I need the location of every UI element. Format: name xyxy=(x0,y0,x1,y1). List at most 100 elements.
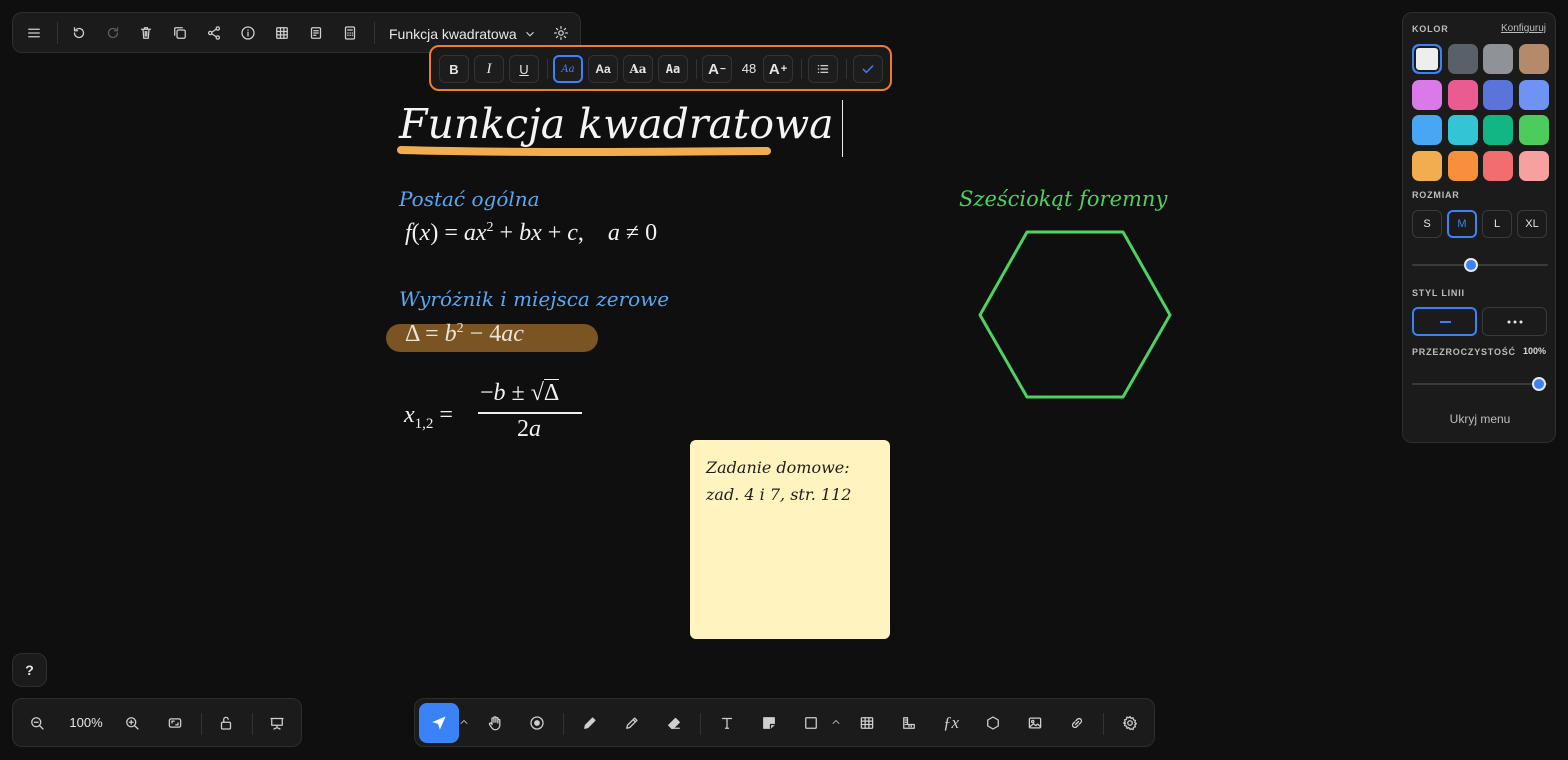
zoom-out-icon[interactable] xyxy=(22,708,52,738)
underline-button[interactable]: U xyxy=(509,55,539,83)
formula-general-form[interactable]: f(x) = ax2 + bx + c, a ≠ 0 xyxy=(405,220,657,247)
pen-icon[interactable] xyxy=(575,708,605,738)
dotted-line-icon xyxy=(1507,320,1522,323)
section-title-discriminant[interactable]: Wyróżnik i miejsca zerowe xyxy=(399,287,669,311)
eraser-icon[interactable] xyxy=(659,708,689,738)
share-icon[interactable] xyxy=(199,18,229,48)
tools-toolbar: ƒx xyxy=(414,698,1155,747)
notes-icon[interactable] xyxy=(301,18,331,48)
hide-menu-button[interactable]: Ukryj menu xyxy=(1403,412,1557,426)
hexagon-tool-icon[interactable] xyxy=(978,708,1008,738)
zoom-in-icon[interactable] xyxy=(117,708,147,738)
size-l-button[interactable]: L xyxy=(1482,210,1512,238)
redo-icon[interactable] xyxy=(98,18,128,48)
line-style-solid-button[interactable] xyxy=(1412,307,1477,336)
section-title-hexagon[interactable]: Sześciokąt foremny xyxy=(959,187,1167,211)
color-swatch[interactable] xyxy=(1447,79,1478,110)
format-divider xyxy=(547,59,548,79)
text-cursor xyxy=(842,100,843,157)
font-mono-button[interactable]: Aa xyxy=(658,55,688,83)
rectangle-shape-icon[interactable] xyxy=(796,708,826,738)
formula-discriminant[interactable]: Δ = b2 − 4ac xyxy=(405,321,524,348)
color-swatch[interactable] xyxy=(1412,79,1442,110)
color-swatch[interactable] xyxy=(1447,115,1478,145)
gear-icon[interactable] xyxy=(546,18,576,48)
hand-pan-icon[interactable] xyxy=(480,708,510,738)
zoom-level[interactable]: 100% xyxy=(61,715,111,730)
font-handwriting-button[interactable]: Aa xyxy=(553,55,583,83)
font-sans-button[interactable]: Aa xyxy=(588,55,618,83)
decrease-font-label: A xyxy=(708,60,719,78)
menu-icon[interactable] xyxy=(19,18,49,48)
presentation-icon[interactable] xyxy=(262,708,292,738)
formula-roots[interactable]: x1,2 = −b ± √Δ 2a xyxy=(404,379,594,444)
tools-divider xyxy=(1103,713,1104,735)
stroke-width-slider[interactable] xyxy=(1412,264,1548,266)
text-format-toolbar: B I U Aa Aa Aa Aa A − 48 A + xyxy=(429,45,892,91)
hexagon-shape[interactable] xyxy=(975,226,1175,402)
table-icon[interactable] xyxy=(852,708,882,738)
grid-icon[interactable] xyxy=(267,18,297,48)
font-serif-button[interactable]: Aa xyxy=(623,55,653,83)
calculator-icon[interactable] xyxy=(335,18,365,48)
decrease-font-button[interactable]: A − xyxy=(702,55,732,83)
color-swatch[interactable] xyxy=(1447,150,1478,181)
size-xl-button[interactable]: XL xyxy=(1517,210,1547,238)
chevron-up-icon[interactable] xyxy=(829,715,843,729)
zoom-divider xyxy=(252,713,253,735)
laser-pointer-icon[interactable] xyxy=(522,708,552,738)
chevron-up-icon[interactable] xyxy=(457,715,471,729)
configure-link[interactable]: Konfiguruj xyxy=(1501,23,1546,34)
settings-gear-icon[interactable] xyxy=(1115,708,1145,738)
document-title-dropdown[interactable]: Funkcja kwadratowa xyxy=(389,24,537,44)
color-swatch[interactable] xyxy=(1447,44,1478,74)
color-swatch[interactable] xyxy=(1412,150,1442,181)
sticky-note-line2: zad. 4 i 7, str. 112 xyxy=(706,485,852,504)
info-icon[interactable] xyxy=(233,18,263,48)
image-icon[interactable] xyxy=(1020,708,1050,738)
color-swatch[interactable] xyxy=(1483,79,1513,110)
color-swatch[interactable] xyxy=(1483,115,1513,145)
italic-button[interactable]: I xyxy=(474,55,504,83)
fit-screen-icon[interactable] xyxy=(160,708,190,738)
increase-font-button[interactable]: A + xyxy=(763,55,793,83)
sticky-note[interactable]: Zadanie domowe: zad. 4 i 7, str. 112 xyxy=(690,440,890,639)
trash-icon[interactable] xyxy=(131,18,161,48)
color-swatch[interactable] xyxy=(1518,150,1549,181)
increase-font-label: A xyxy=(768,60,780,78)
format-divider xyxy=(696,59,697,79)
canvas-heading[interactable]: Funkcja kwadratowa xyxy=(399,100,834,148)
confirm-button[interactable] xyxy=(853,55,883,83)
sticky-note-icon[interactable] xyxy=(754,708,784,738)
color-swatch[interactable] xyxy=(1518,44,1549,74)
color-swatch[interactable] xyxy=(1518,115,1549,145)
stroke-width-slider-handle[interactable] xyxy=(1464,258,1478,272)
undo-icon[interactable] xyxy=(64,18,94,48)
text-tool-icon[interactable] xyxy=(712,708,742,738)
color-swatch[interactable] xyxy=(1483,44,1513,74)
color-swatch[interactable] xyxy=(1518,79,1549,110)
unlock-icon[interactable] xyxy=(211,708,241,738)
style-panel: KOLOR Konfiguruj ROZMIAR S M L XL STYL L… xyxy=(1402,12,1556,443)
line-style-dotted-button[interactable] xyxy=(1482,307,1547,336)
ruler-icon[interactable] xyxy=(894,708,924,738)
toolbar-divider xyxy=(374,22,375,44)
function-icon[interactable]: ƒx xyxy=(936,708,966,738)
size-m-button[interactable]: M xyxy=(1447,210,1477,238)
link-icon[interactable] xyxy=(1062,708,1092,738)
color-swatch[interactable] xyxy=(1412,44,1442,74)
help-button[interactable]: ? xyxy=(12,653,47,687)
opacity-slider[interactable] xyxy=(1412,383,1548,385)
color-swatch[interactable] xyxy=(1483,150,1513,181)
font-size-value: 48 xyxy=(741,61,757,76)
bold-button[interactable]: B xyxy=(439,55,469,83)
color-swatch[interactable] xyxy=(1412,115,1442,145)
select-tool-button[interactable] xyxy=(419,703,459,743)
duplicate-icon[interactable] xyxy=(165,18,195,48)
color-section-label: KOLOR xyxy=(1412,24,1449,34)
section-title-general-form[interactable]: Postać ogólna xyxy=(399,187,540,211)
list-button[interactable] xyxy=(808,55,838,83)
opacity-slider-handle[interactable] xyxy=(1532,377,1546,391)
size-s-button[interactable]: S xyxy=(1412,210,1442,238)
pencil-icon[interactable] xyxy=(617,708,647,738)
